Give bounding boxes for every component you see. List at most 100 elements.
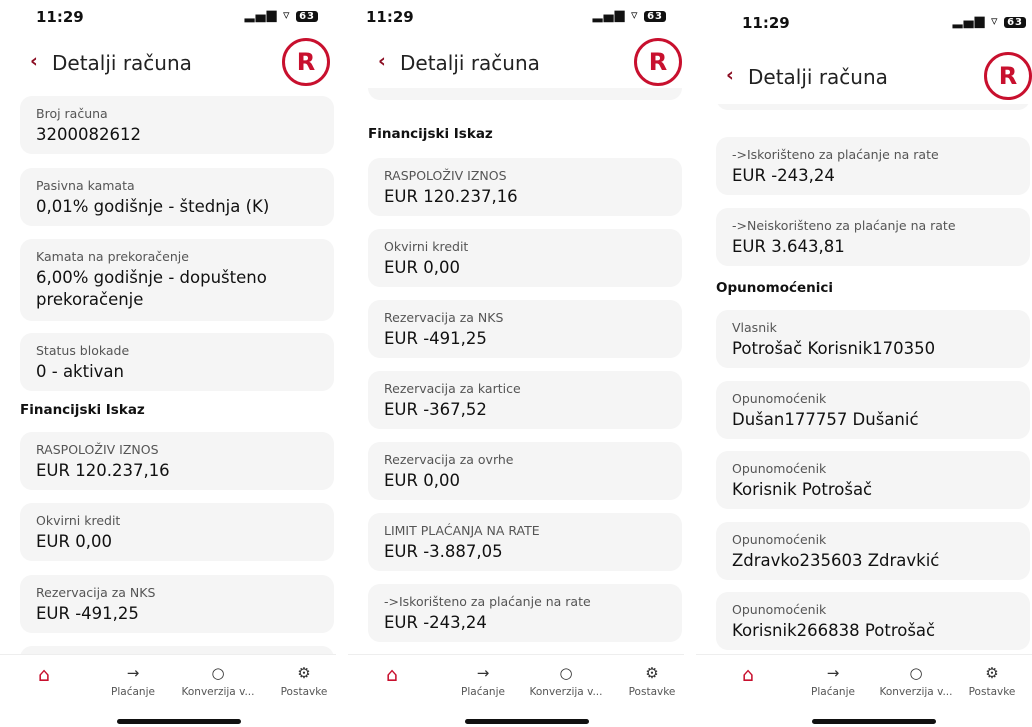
field-card-rez-kartice[interactable]: Rezervacija za kartice EUR -367,52 (368, 371, 682, 429)
tab-konverzija[interactable]: ○ Konverzija v... (528, 664, 604, 698)
field-label: Rezervacija za ovrhe (384, 452, 514, 467)
field-label: Rezervacija za NKS (36, 585, 156, 600)
refresh-icon: ○ (559, 664, 573, 682)
status-icons: ▂▄▆ ▿ 63 (592, 8, 666, 23)
home-icon: ⌂ (37, 664, 51, 686)
back-icon[interactable]: ‹ (30, 50, 38, 72)
field-label: RASPOLOŽIV IZNOS (36, 442, 159, 457)
field-card-limit-rate[interactable]: EUR -3.887,05 (716, 104, 1030, 110)
home-indicator (812, 719, 936, 724)
tab-placanje[interactable]: → Plaćanje (445, 664, 521, 698)
signal-icon: ▂▄▆ (952, 14, 986, 29)
details-list[interactable]: Broj računa 3200082612 Pasivna kamata 0,… (0, 88, 336, 657)
tab-postavke[interactable]: ⚙ Postavke (266, 664, 336, 698)
field-label: Rezervacija za NKS (384, 310, 504, 325)
field-card-raspolozivo[interactable]: RASPOLOŽIV IZNOS EUR 120.237,16 (20, 432, 334, 490)
field-label: Okvirni kredit (36, 513, 121, 528)
field-card-opunomocenik[interactable]: Opunomoćenik Dušan177757 Dušanić (716, 381, 1030, 439)
page-title: Detalji računa (748, 65, 888, 89)
status-icons: ▂▄▆ ▿ 63 (244, 8, 318, 23)
field-label: ->Neiskorišteno za plaćanje na rate (732, 218, 956, 233)
status-icons: ▂▄▆ ▿ 63 (952, 14, 1026, 29)
field-value: EUR 0,00 (384, 471, 460, 490)
tab-placanje[interactable]: → Plaćanje (95, 664, 171, 698)
tab-postavke[interactable]: ⚙ Postavke (954, 664, 1030, 698)
tab-bar: ⌂ → Plaćanje ○ Konverzija v... ⚙ Postavk… (696, 654, 1032, 727)
field-card-kamata-prekoracenje[interactable]: Kamata na prekoračenje 6,00% godišnje - … (20, 239, 334, 321)
field-card-raspolozivo[interactable]: RASPOLOŽIV IZNOS EUR 120.237,16 (368, 158, 682, 216)
arrow-right-icon: → (826, 664, 840, 682)
field-card-opunomocenik[interactable]: Opunomoćenik Zdravko235603 Zdravkić (716, 522, 1030, 580)
tab-placanje[interactable]: → Plaćanje (795, 664, 871, 698)
field-value: EUR -3.887,05 (384, 542, 503, 561)
field-card-okvirni-kredit[interactable]: Okvirni kredit EUR 0,00 (20, 503, 334, 561)
field-value: EUR 120.237,16 (384, 187, 518, 206)
field-card-opunomocenik[interactable]: Opunomoćenik Korisnik266838 Potrošač (716, 592, 1030, 650)
field-card-status-blokade[interactable]: 0 - aktivan (368, 88, 682, 100)
field-value: 0 - aktivan (384, 88, 674, 92)
tab-home[interactable]: ⌂ (354, 664, 430, 686)
details-list[interactable]: EUR -3.887,05 ->Iskorišteno za plaćanje … (696, 104, 1032, 657)
back-icon[interactable]: ‹ (726, 64, 734, 86)
tab-label: Konverzija v... (181, 686, 255, 698)
section-title-financijski: Financijski Iskaz (368, 126, 493, 142)
field-card-broj-racuna[interactable]: Broj računa 3200082612 (20, 96, 334, 154)
field-label: ->Iskorišteno za plaćanje na rate (732, 147, 939, 162)
tab-label: Postavke (628, 686, 676, 698)
tab-postavke[interactable]: ⚙ Postavke (614, 664, 684, 698)
tab-home[interactable]: ⌂ (710, 664, 786, 686)
field-card-status-blokade[interactable]: Status blokade 0 - aktivan (20, 333, 334, 391)
field-label: Opunomoćenik (732, 532, 827, 547)
screen-1: 11:29 ▂▄▆ ▿ 63 ‹ Detalji računa R Broj r… (0, 0, 336, 727)
field-value: EUR -243,24 (732, 166, 835, 185)
field-value: Korisnik Potrošač (732, 480, 873, 499)
section-title-financijski: Financijski Iskaz (20, 402, 145, 418)
field-card-vlasnik[interactable]: Vlasnik Potrošač Korisnik170350 (716, 310, 1030, 368)
tab-konverzija[interactable]: ○ Konverzija v... (878, 664, 954, 698)
home-indicator (117, 719, 241, 724)
field-value: EUR -243,24 (384, 613, 487, 632)
field-label: RASPOLOŽIV IZNOS (384, 168, 507, 183)
tab-label: Postavke (280, 686, 328, 698)
field-value: EUR -491,25 (36, 604, 139, 623)
field-card-rez-nks[interactable]: Rezervacija za NKS EUR -491,25 (368, 300, 682, 358)
page-title: Detalji računa (52, 51, 192, 75)
details-list[interactable]: 0 - aktivan Financijski Iskaz RASPOLOŽIV… (348, 88, 684, 657)
field-card-pasivna-kamata[interactable]: Pasivna kamata 0,01% godišnje - štednja … (20, 168, 334, 226)
tab-konverzija[interactable]: ○ Konverzija v... (180, 664, 256, 698)
field-card-rez-ovrhe[interactable]: Rezervacija za ovrhe EUR 0,00 (368, 442, 682, 500)
field-label: Okvirni kredit (384, 239, 469, 254)
field-card-iskoristeno[interactable]: ->Iskorišteno za plaćanje na rate EUR -2… (368, 584, 682, 642)
tab-label: Konverzija v... (529, 686, 603, 698)
field-value: EUR 120.237,16 (36, 461, 170, 480)
battery-icon: 63 (296, 11, 318, 22)
field-card-rez-nks[interactable]: Rezervacija za NKS EUR -491,25 (20, 575, 334, 633)
field-card-okvirni-kredit[interactable]: Okvirni kredit EUR 0,00 (368, 229, 682, 287)
bank-logo: R (634, 38, 682, 86)
tab-home[interactable]: ⌂ (6, 664, 82, 686)
gear-icon: ⚙ (985, 664, 999, 682)
wifi-icon: ▿ (283, 8, 291, 23)
home-icon: ⌂ (385, 664, 399, 686)
back-icon[interactable]: ‹ (378, 50, 386, 72)
field-card-limit-rate[interactable]: LIMIT PLAĆANJA NA RATE EUR -3.887,05 (368, 513, 682, 571)
status-bar: 11:29 ▂▄▆ ▿ 63 (348, 0, 684, 30)
header: ‹ Detalji računa R (0, 38, 336, 88)
field-value: 0,01% godišnje - štednja (K) (36, 197, 270, 216)
field-label: Opunomoćenik (732, 391, 827, 406)
arrow-right-icon: → (476, 664, 490, 682)
home-indicator (465, 719, 589, 724)
gear-icon: ⚙ (645, 664, 659, 682)
field-label: Status blokade (36, 343, 130, 358)
field-card-iskoristeno[interactable]: ->Iskorišteno za plaćanje na rate EUR -2… (716, 137, 1030, 195)
field-card-opunomocenik[interactable]: Opunomoćenik Korisnik Potrošač (716, 451, 1030, 509)
tab-bar: ⌂ → Plaćanje ○ Konverzija v... ⚙ Postavk… (0, 654, 336, 727)
field-card-neiskoristeno[interactable]: ->Neiskorišteno za plaćanje na rate EUR … (716, 208, 1030, 266)
arrow-right-icon: → (126, 664, 140, 682)
tab-label: Postavke (968, 686, 1016, 698)
field-value: EUR 3.643,81 (732, 237, 845, 256)
signal-icon: ▂▄▆ (592, 8, 626, 23)
header: ‹ Detalji računa R (348, 38, 684, 88)
page-title: Detalji računa (400, 51, 540, 75)
field-value: Dušan177757 Dušanić (732, 410, 919, 429)
